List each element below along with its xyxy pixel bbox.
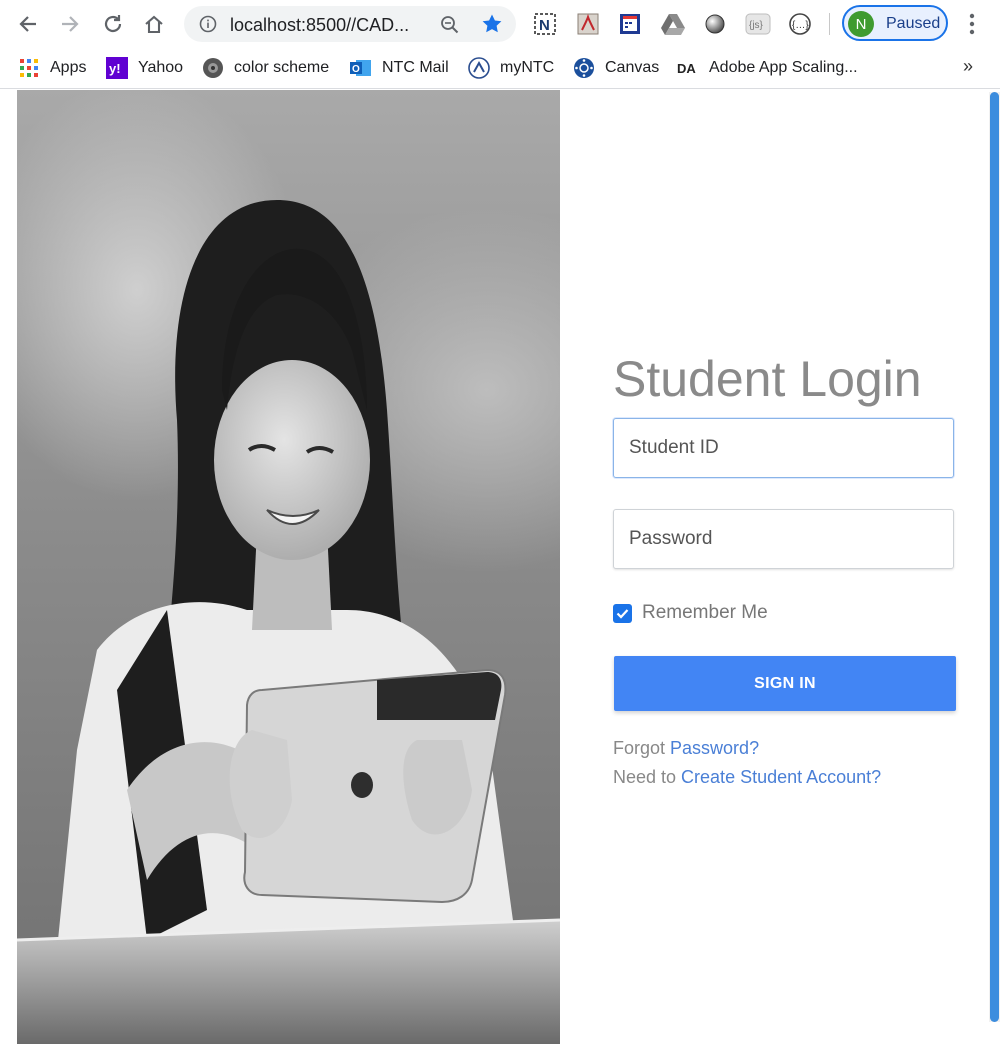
bookmarks-overflow-button[interactable]: » <box>963 56 973 77</box>
myntc-icon <box>468 57 490 79</box>
back-button[interactable] <box>12 8 44 40</box>
bookmark-label: Adobe App Scaling... <box>709 59 858 76</box>
back-arrow-icon <box>19 16 36 32</box>
bookmark-label: myNTC <box>500 59 555 76</box>
dev-extension-label: {…} <box>792 20 809 31</box>
toolbar-separator <box>829 13 830 35</box>
yahoo-icon: y! <box>106 57 128 79</box>
site-info-icon[interactable] <box>199 15 217 33</box>
adobe-da-icon: DA <box>677 57 699 79</box>
create-prefix: Need to <box>613 767 682 787</box>
bookmarks-bar: Apps y! Yahoo color scheme O NTC Mail my… <box>0 48 1000 89</box>
color-scheme-icon <box>202 57 224 79</box>
profile-status: Paused <box>886 15 941 32</box>
js-extension-label: {js} <box>749 20 764 31</box>
apps-grid-icon <box>18 57 40 79</box>
calendar-extension-icon[interactable] <box>617 11 643 37</box>
bookmark-myntc[interactable]: myNTC <box>468 56 554 80</box>
bookmark-canvas[interactable]: Canvas <box>573 56 659 80</box>
svg-text:DA: DA <box>677 61 696 76</box>
create-account-link[interactable]: Create Student Account? <box>681 767 881 787</box>
avatar: N <box>848 11 874 37</box>
forward-arrow-icon <box>62 16 79 32</box>
browser-toolbar: localhost:8500//CAD... N {js} {…} N Paus… <box>0 0 1000 48</box>
girl-with-tablet-illustration <box>17 200 560 1044</box>
student-id-input[interactable] <box>613 418 954 478</box>
profile-button[interactable]: N Paused <box>842 5 948 41</box>
reload-button[interactable] <box>97 8 129 40</box>
bookmark-label: Apps <box>50 59 87 76</box>
notion-extension-icon[interactable]: N <box>532 11 558 37</box>
home-button[interactable] <box>138 8 170 40</box>
hero-photo <box>17 90 560 1044</box>
help-links: Forgot Password? Need to Create Student … <box>613 734 881 792</box>
password-input[interactable] <box>613 509 954 569</box>
outlook-icon: O <box>350 57 372 79</box>
bookmark-color-scheme[interactable]: color scheme <box>202 56 329 80</box>
bookmark-label: Canvas <box>605 59 660 76</box>
pdf-extension-icon[interactable] <box>575 11 601 37</box>
checkmark-icon <box>616 608 629 619</box>
bookmark-ntc-mail[interactable]: O NTC Mail <box>350 56 449 80</box>
bookmark-label: color scheme <box>234 59 330 76</box>
more-menu-icon[interactable] <box>962 12 982 36</box>
remember-me-row[interactable]: Remember Me <box>613 602 768 624</box>
zoom-icon[interactable] <box>440 15 459 34</box>
dev-tools-extension-icon[interactable]: {…} <box>787 11 813 37</box>
remember-me-checkbox[interactable] <box>613 603 632 623</box>
page-scrollbar[interactable] <box>989 92 1000 1022</box>
js-extension-icon[interactable]: {js} <box>745 11 771 37</box>
google-drive-icon[interactable] <box>660 11 686 37</box>
remember-me-label: Remember Me <box>642 602 768 623</box>
home-icon <box>145 15 163 34</box>
bookmark-star-icon[interactable] <box>481 13 503 35</box>
bookmark-yahoo[interactable]: y! Yahoo <box>106 56 183 80</box>
bookmark-label: NTC Mail <box>382 59 449 76</box>
scrollbar-thumb[interactable] <box>990 92 999 1022</box>
svg-text:N: N <box>539 17 550 34</box>
svg-text:y!: y! <box>109 61 121 76</box>
forgot-prefix: Forgot <box>613 738 671 758</box>
bookmark-apps[interactable]: Apps <box>18 56 86 80</box>
create-account-line: Need to Create Student Account? <box>613 763 881 792</box>
forward-button[interactable] <box>54 8 86 40</box>
forgot-password-line: Forgot Password? <box>613 734 881 763</box>
canvas-icon <box>573 57 595 79</box>
sphere-extension-icon[interactable] <box>702 11 728 37</box>
address-bar[interactable]: localhost:8500//CAD... <box>184 6 516 42</box>
reload-icon <box>104 15 122 33</box>
sign-in-button[interactable]: SIGN IN <box>614 656 956 711</box>
bookmark-label: Yahoo <box>138 59 184 76</box>
bookmark-adobe-app-scaling[interactable]: DA Adobe App Scaling... <box>677 56 858 80</box>
url-text[interactable]: localhost:8500//CAD... <box>230 15 409 36</box>
page-title: Student Login <box>613 351 922 407</box>
forgot-password-link[interactable]: Password? <box>670 738 759 758</box>
svg-text:O: O <box>352 64 360 75</box>
